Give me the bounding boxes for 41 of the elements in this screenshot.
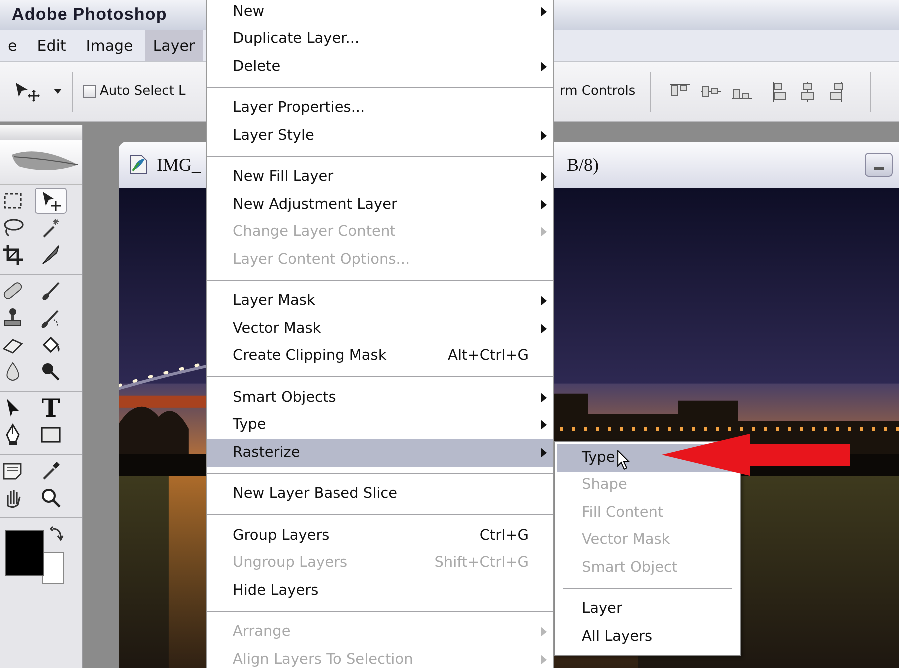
mouse-cursor-icon [617, 450, 631, 472]
align-center-icon[interactable] [798, 80, 817, 102]
menu-item[interactable]: New Fill Layer [207, 164, 553, 191]
menu-item[interactable]: Layer [557, 596, 738, 623]
shortcut-label: Shift+Ctrl+G [434, 555, 529, 572]
background-color-swatch[interactable] [42, 552, 64, 584]
menu-item[interactable]: Create Clipping Mask Alt+Ctrl+G [207, 342, 553, 370]
menu-item[interactable]: Type [207, 412, 553, 439]
shortcut-label: Alt+Ctrl+G [448, 348, 529, 364]
caret-icon[interactable] [54, 89, 62, 94]
menu-item[interactable]: Layer Properties... [207, 94, 553, 122]
move-icon[interactable] [35, 188, 67, 214]
menu-item[interactable]: Delete [207, 53, 553, 80]
type-tool-button[interactable]: T [35, 395, 67, 421]
menu-item[interactable]: All Layers [557, 623, 738, 650]
swap-arrows-icon[interactable] [50, 526, 64, 544]
minimize-button[interactable] [865, 153, 893, 177]
menu-item[interactable]: Rasterize [207, 439, 553, 466]
document-title: B/8) [567, 154, 600, 176]
menu-item[interactable]: Hide Layers [207, 577, 553, 604]
move-icon[interactable] [14, 80, 42, 102]
menu-item[interactable]: New [207, 0, 553, 26]
menu-item[interactable]: Layer Style [207, 122, 553, 150]
menu-item[interactable]: New Adjustment Layer [207, 191, 553, 218]
window-title: Adobe Photoshop [12, 5, 168, 25]
option-label: rm Controls [560, 84, 636, 99]
checkbox[interactable] [83, 85, 96, 98]
shortcut-label: Ctrl+G [480, 528, 529, 544]
menu-item[interactable]: Layer Mask [207, 288, 553, 315]
menu-item[interactable]: Group Layers Ctrl+G [207, 522, 553, 550]
menu-bar-item[interactable]: Layer [145, 30, 204, 61]
menu-bar-item[interactable]: Edit [29, 30, 74, 61]
menu-bar-item[interactable]: Image [78, 30, 142, 61]
menu-item[interactable]: Vector Mask [207, 315, 553, 342]
menu-bar-item[interactable]: e [0, 30, 26, 61]
document-title: IMG_ [157, 154, 201, 176]
menu-item[interactable]: Duplicate Layer... [207, 26, 553, 53]
checkbox-label: Auto Select L [100, 84, 186, 99]
menu-item[interactable]: Smart Objects [207, 384, 553, 412]
foreground-color-swatch[interactable] [5, 530, 44, 576]
menu-item[interactable]: New Layer Based Slice [207, 480, 553, 508]
